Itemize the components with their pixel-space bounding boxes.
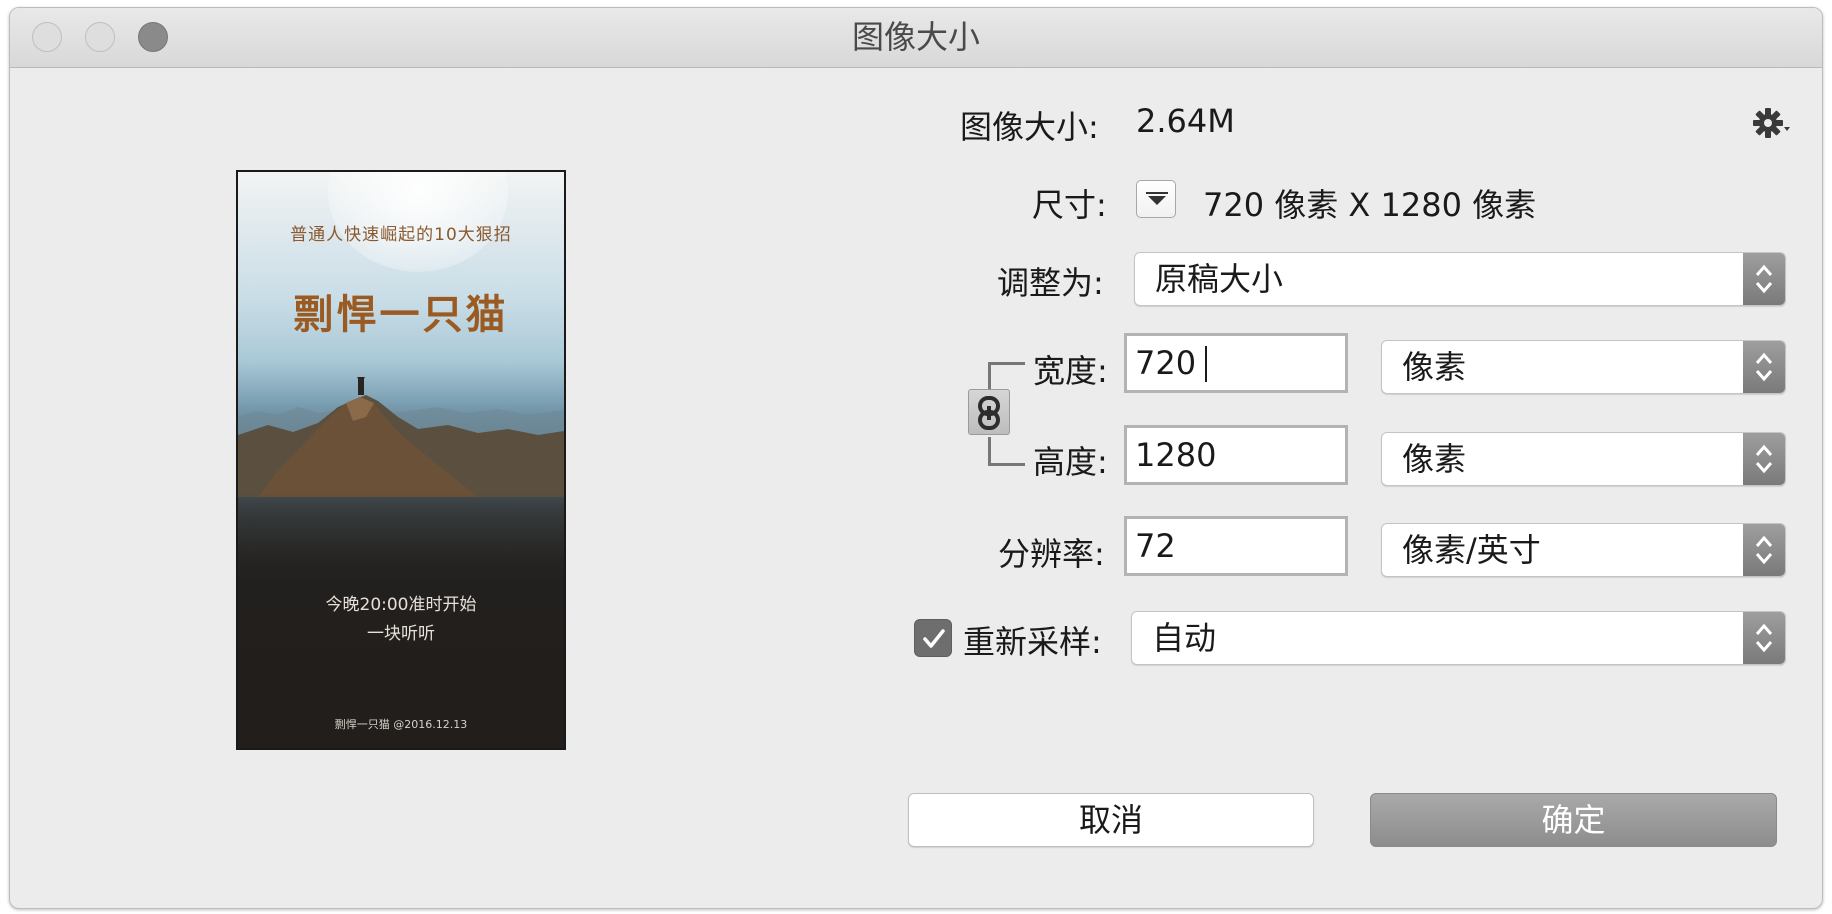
title-bar[interactable]: 图像大小 xyxy=(10,8,1822,68)
width-unit-select[interactable]: 像素 xyxy=(1381,340,1786,394)
up-down-chevron-icon xyxy=(1743,433,1785,485)
resample-label: 重新采样: xyxy=(963,623,1102,661)
resolution-input[interactable] xyxy=(1127,519,1335,573)
text-caret xyxy=(1205,346,1207,382)
fit-to-value: 原稿大小 xyxy=(1155,260,1284,298)
height-input[interactable] xyxy=(1127,428,1335,482)
checkmark-icon xyxy=(923,629,945,648)
width-label: 宽度: xyxy=(1033,352,1108,390)
height-unit-value: 像素 xyxy=(1402,440,1467,478)
link-bracket-top xyxy=(988,362,1025,391)
link-bracket-bottom xyxy=(988,437,1025,466)
resolution-field[interactable] xyxy=(1124,516,1348,576)
image-size-value: 2.64M xyxy=(1136,102,1235,140)
image-preview: 普通人快速崛起的10大狠招 剽悍一只猫 今晚20:00准时开始 一块听听 剽悍一… xyxy=(236,170,566,750)
poster-time-line: 今晚20:00准时开始 xyxy=(325,595,477,615)
resolution-unit-value: 像素/英寸 xyxy=(1402,531,1541,569)
chain-link-icon xyxy=(978,396,1000,430)
resolution-label: 分辨率: xyxy=(998,535,1105,573)
cancel-button[interactable]: 取消 xyxy=(908,793,1314,847)
height-label: 高度: xyxy=(1033,443,1108,481)
resample-select[interactable]: 自动 xyxy=(1131,611,1786,665)
resample-checkbox[interactable] xyxy=(914,619,952,657)
poster-together-line: 一块听听 xyxy=(367,624,435,644)
ok-button[interactable]: 确定 xyxy=(1370,793,1777,847)
image-size-label: 图像大小: xyxy=(960,108,1099,146)
height-field[interactable] xyxy=(1124,425,1348,485)
dimensions-label: 尺寸: xyxy=(1032,186,1107,224)
width-input[interactable] xyxy=(1127,336,1335,390)
up-down-chevron-icon xyxy=(1743,341,1785,393)
width-field[interactable] xyxy=(1124,333,1348,393)
poster-title: 剽悍一只猫 xyxy=(293,292,509,338)
up-down-chevron-icon xyxy=(1743,612,1785,664)
up-down-chevron-icon xyxy=(1743,524,1785,576)
resample-value: 自动 xyxy=(1152,619,1217,657)
gear-icon[interactable] xyxy=(1744,100,1794,140)
fit-to-select[interactable]: 原稿大小 xyxy=(1134,252,1786,306)
dimensions-value: 720 像素 X 1280 像素 xyxy=(1203,186,1537,224)
poster-subtitle: 普通人快速崛起的10大狠招 xyxy=(290,225,512,245)
resolution-unit-select[interactable]: 像素/英寸 xyxy=(1381,523,1786,577)
poster-footer: 剽悍一只猫 @2016.12.13 xyxy=(334,718,468,731)
triangle-down-icon xyxy=(1146,192,1168,205)
height-unit-select[interactable]: 像素 xyxy=(1381,432,1786,486)
window-title: 图像大小 xyxy=(851,18,980,56)
dimensions-menu-button[interactable] xyxy=(1136,180,1176,218)
up-down-chevron-icon xyxy=(1743,253,1785,305)
width-unit-value: 像素 xyxy=(1402,348,1467,386)
mountain-scene xyxy=(238,377,564,497)
constrain-proportions-button[interactable] xyxy=(968,389,1010,435)
fit-to-label: 调整为: xyxy=(997,264,1104,302)
